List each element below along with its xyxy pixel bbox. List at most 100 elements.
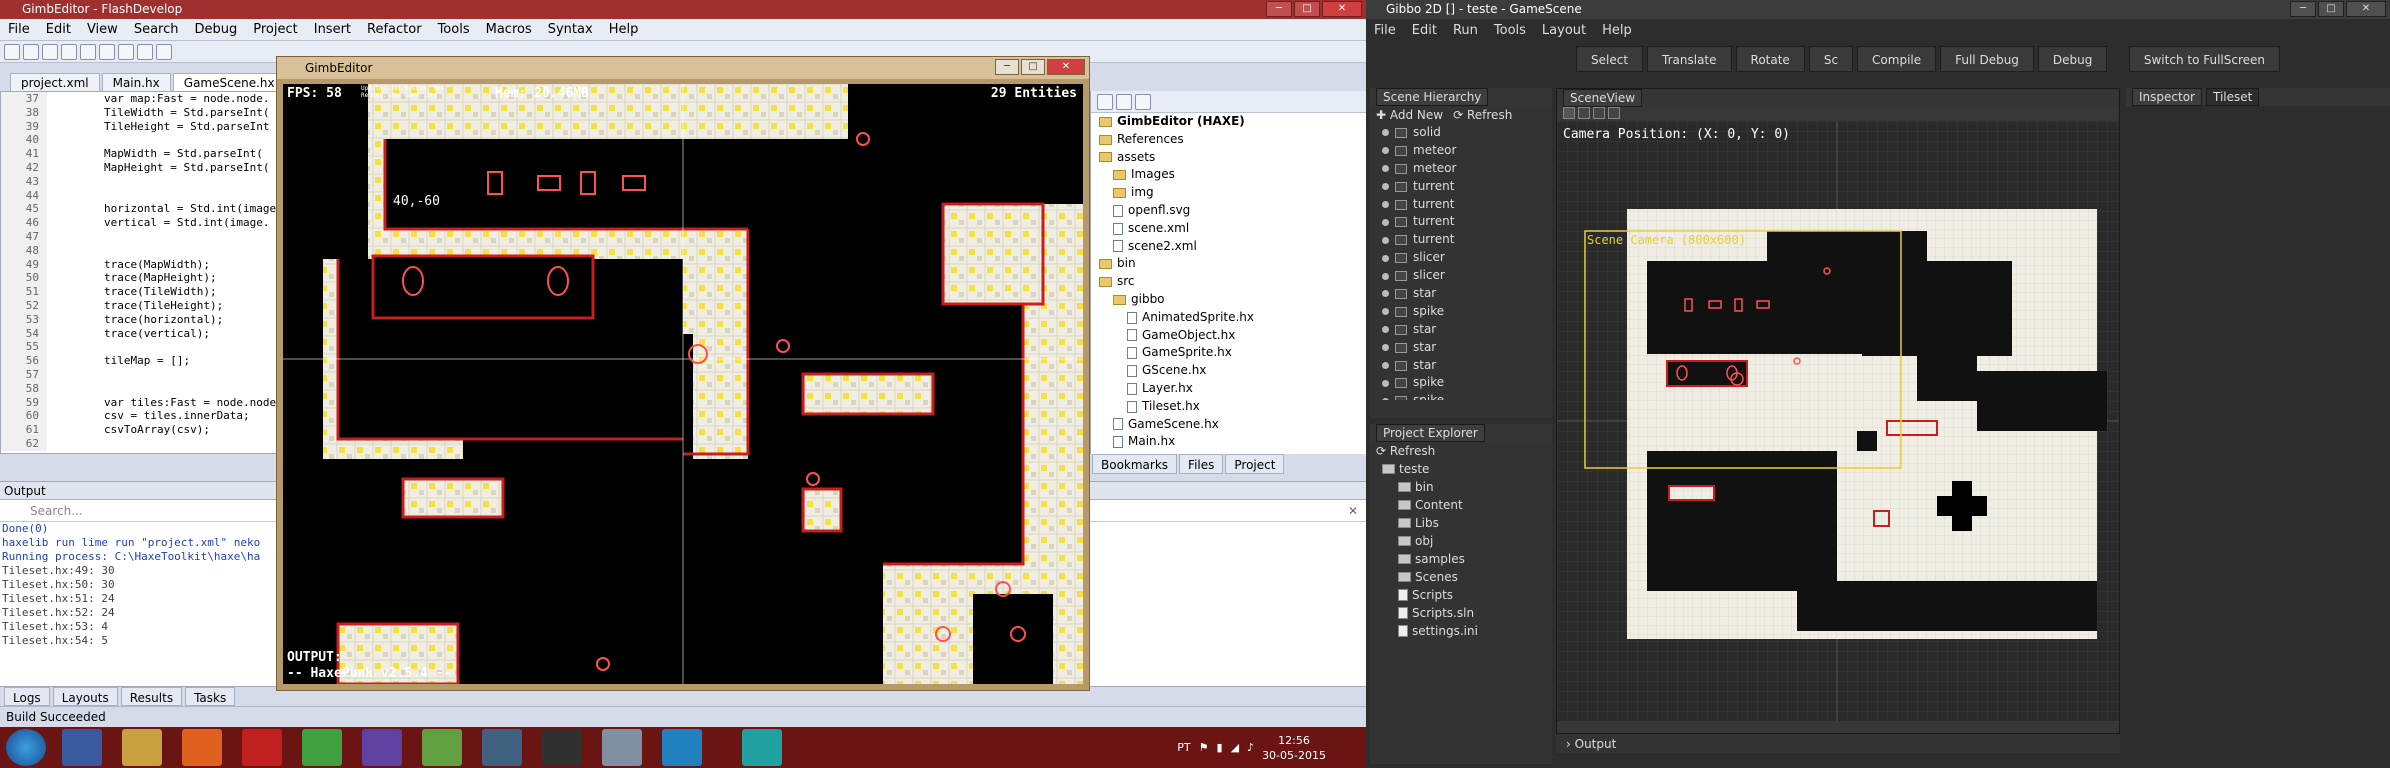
hierarchy-item[interactable]: star	[1370, 321, 1552, 339]
gibbo-menu-item[interactable]: Edit	[1404, 23, 1445, 38]
bookmark-icon[interactable]	[156, 43, 172, 60]
firefox-icon[interactable]	[182, 729, 222, 766]
gibbo-tool-button[interactable]: Rotate	[1735, 46, 1805, 72]
calculator-icon[interactable]	[602, 729, 642, 766]
gibbo-tool-button[interactable]: Select	[1576, 46, 1644, 72]
menu-item[interactable]: Tools	[430, 22, 478, 37]
visibility-icon[interactable]	[1382, 201, 1389, 208]
gibbo-close-button[interactable]: ✕	[2346, 1, 2386, 17]
visibility-icon[interactable]	[1382, 379, 1389, 387]
visibility-icon[interactable]	[1382, 290, 1389, 298]
bottom-tab[interactable]: Tasks	[185, 687, 236, 706]
hierarchy-item[interactable]: star	[1370, 357, 1552, 375]
inspector-tab[interactable]: Inspector	[2132, 88, 2202, 106]
grid-tool-icon[interactable]	[1593, 107, 1605, 119]
project-explorer-item[interactable]: samples	[1370, 550, 1552, 568]
pe-refresh-button[interactable]: ⟳ Refresh	[1370, 442, 1552, 460]
grid-tool-icon[interactable]	[1608, 107, 1620, 119]
hierarchy-item[interactable]: spike	[1370, 303, 1552, 321]
visibility-icon[interactable]	[1382, 272, 1389, 280]
project-tree-item[interactable]: GScene.hx	[1091, 362, 1366, 380]
language-indicator[interactable]: PT	[1177, 741, 1190, 754]
hierarchy-item[interactable]: star	[1370, 339, 1552, 357]
hierarchy-item[interactable]: solid	[1370, 124, 1552, 142]
project-tree-item[interactable]: AnimatedSprite.hx	[1091, 309, 1366, 327]
menu-item[interactable]: Help	[601, 22, 647, 37]
game-minimize-button[interactable]: ─	[995, 59, 1019, 75]
project-tree-item[interactable]: assets	[1091, 149, 1366, 167]
menu-item[interactable]: Project	[245, 22, 305, 37]
hierarchy-item[interactable]: star	[1370, 285, 1552, 303]
project-tree-item[interactable]: Layer.hx	[1091, 380, 1366, 398]
clear-icon[interactable]: ✕	[1348, 500, 1358, 522]
gibbo-menu-item[interactable]: Run	[1445, 23, 1486, 38]
flashdevelop-icon[interactable]	[542, 729, 582, 766]
project-tree-item[interactable]: GimbEditor (HAXE)	[1091, 113, 1366, 131]
project-tree-item[interactable]: img	[1091, 184, 1366, 202]
project-tree-item[interactable]: GameSprite.hx	[1091, 344, 1366, 362]
visibility-icon[interactable]	[1382, 129, 1389, 137]
project-toolbar-icon[interactable]	[1097, 93, 1113, 110]
gibbo-maximize-button[interactable]: □	[2318, 1, 2344, 17]
add-new-button[interactable]: ✚ Add New	[1376, 108, 1443, 122]
tray-volume-icon[interactable]: ♪	[1247, 741, 1254, 754]
save-icon[interactable]	[42, 43, 58, 60]
project-explorer-tab[interactable]: Project Explorer	[1376, 424, 1485, 442]
redo-icon[interactable]	[137, 43, 153, 60]
editor-tab[interactable]: GameScene.hx	[172, 73, 286, 91]
project-panel-tab[interactable]: Project	[1225, 454, 1285, 474]
gibbo-tool-button[interactable]: Sc	[1808, 46, 1854, 72]
project-explorer-item[interactable]: Content	[1370, 496, 1552, 514]
app-icon[interactable]	[662, 729, 702, 766]
ie-icon[interactable]	[62, 729, 102, 766]
grid-tool-icon[interactable]	[1578, 107, 1590, 119]
opera-icon[interactable]	[242, 729, 282, 766]
project-explorer-item[interactable]: Scripts.sln	[1370, 604, 1552, 622]
project-explorer-item[interactable]: obj	[1370, 532, 1552, 550]
tray-network-icon[interactable]: ◢	[1231, 741, 1239, 754]
visual-studio-icon[interactable]	[362, 729, 402, 766]
project-tree-item[interactable]: Tileset.hx	[1091, 398, 1366, 416]
sceneview-tab[interactable]: SceneView	[1563, 89, 1643, 107]
gibbo-tool-button[interactable]: Debug	[2037, 46, 2108, 72]
gibbo-menu-item[interactable]: Tools	[1486, 23, 1534, 38]
menu-item[interactable]: Search	[126, 22, 187, 37]
project-tree-item[interactable]: References	[1091, 131, 1366, 149]
bottom-tab[interactable]: Results	[120, 687, 183, 706]
start-button-icon[interactable]	[6, 729, 46, 766]
visibility-icon[interactable]	[1382, 308, 1389, 316]
tray-flag-icon[interactable]: ⚑	[1199, 741, 1209, 754]
game-close-button[interactable]: ✕	[1047, 59, 1085, 75]
refresh-button[interactable]: ⟳ Refresh	[1453, 108, 1512, 122]
undo-icon[interactable]	[118, 43, 134, 60]
fullscreen-button[interactable]: Switch to FullScreen	[2128, 46, 2280, 72]
editor-tab[interactable]: project.xml	[10, 73, 100, 91]
game-maximize-button[interactable]: □	[1021, 59, 1045, 75]
gibbo-tool-button[interactable]: Translate	[1647, 46, 1732, 72]
project-explorer-item[interactable]: settings.ini	[1370, 622, 1552, 640]
game-canvas[interactable]: FPS: 58 Update: 3ms System: 0ms Render: …	[283, 84, 1083, 684]
gibbo-tool-button[interactable]: Compile	[1857, 46, 1937, 72]
hierarchy-item[interactable]: turrent	[1370, 196, 1552, 214]
gibbo-output-panel[interactable]: › Output	[1556, 733, 2120, 753]
project-explorer-item[interactable]: Libs	[1370, 514, 1552, 532]
terminal-icon[interactable]	[482, 729, 522, 766]
game-window[interactable]: GimbEditor ─ □ ✕ FPS: 58 Update: 3ms Sys…	[276, 56, 1090, 691]
hierarchy-item[interactable]: slicer	[1370, 249, 1552, 267]
visibility-icon[interactable]	[1382, 183, 1389, 191]
paste-icon[interactable]	[99, 43, 115, 60]
project-tree-item[interactable]: scene.xml	[1091, 220, 1366, 238]
menu-item[interactable]: File	[0, 22, 38, 37]
hierarchy-item[interactable]: turrent	[1370, 213, 1552, 231]
tray-battery-icon[interactable]: ▮	[1217, 741, 1223, 754]
project-explorer-item[interactable]: bin	[1370, 478, 1552, 496]
menu-item[interactable]: Syntax	[540, 22, 601, 37]
explorer-icon[interactable]	[122, 729, 162, 766]
hierarchy-item[interactable]: slicer	[1370, 267, 1552, 285]
minimize-button[interactable]: ─	[1266, 1, 1292, 17]
hierarchy-item[interactable]: turrent	[1370, 178, 1552, 196]
project-props-icon[interactable]	[1135, 93, 1151, 110]
bottom-tab[interactable]: Logs	[4, 687, 50, 706]
project-tree-item[interactable]: openfl.svg	[1091, 202, 1366, 220]
open-file-icon[interactable]	[23, 43, 39, 60]
